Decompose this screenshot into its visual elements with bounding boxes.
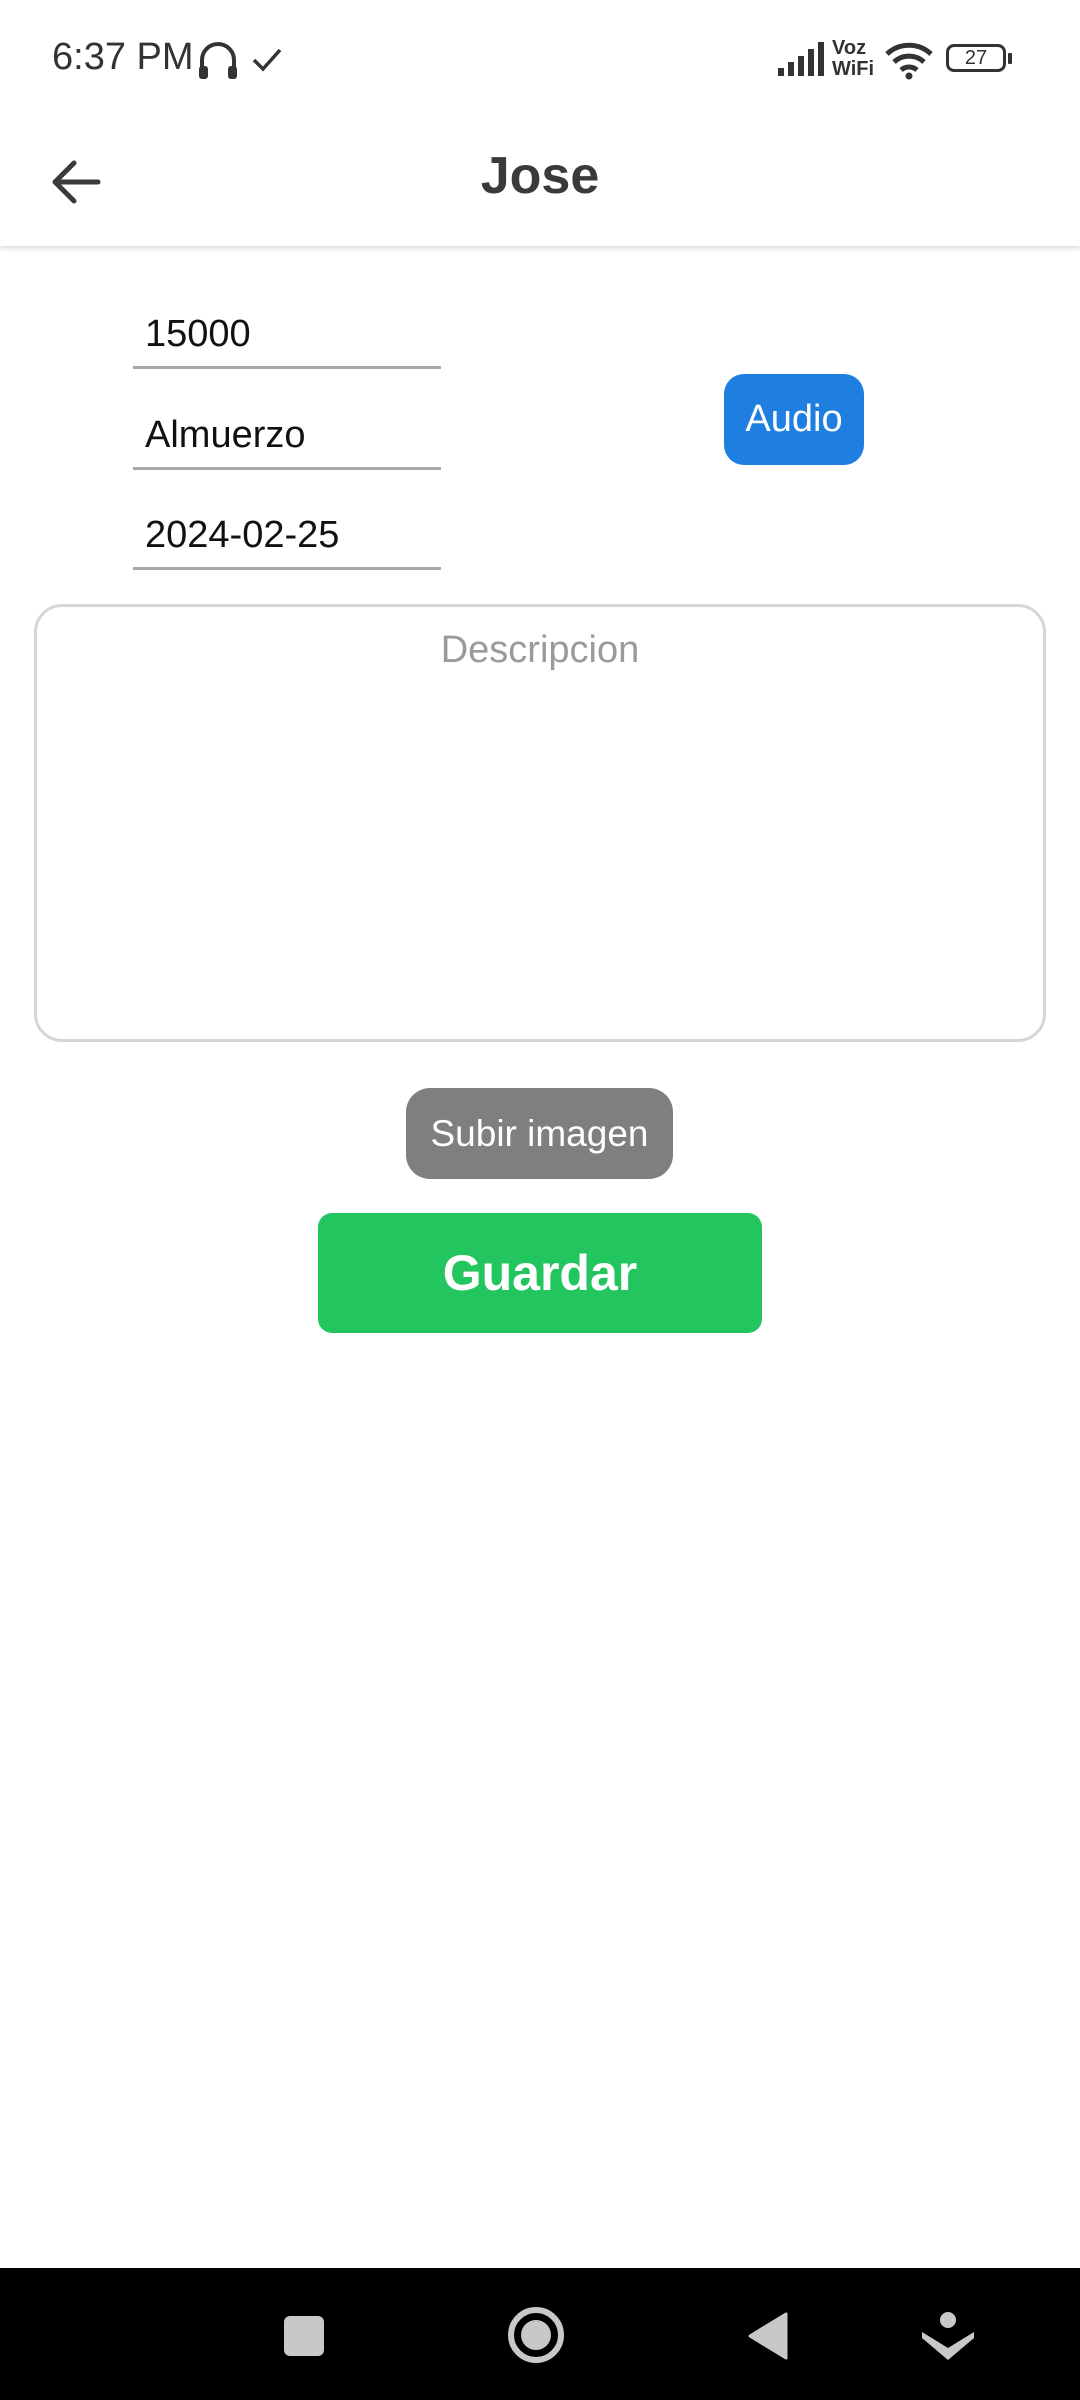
wifi-label: WiFi (832, 58, 875, 80)
check-icon (252, 48, 282, 72)
amount-field[interactable] (133, 303, 441, 369)
status-time: 6:37 PM (52, 36, 194, 78)
audio-button[interactable]: Audio (724, 374, 864, 465)
headphones-icon (199, 42, 237, 79)
screen: 6:37 PM Voz WiFi 27 Jose 15000 Almuerzo … (0, 0, 1080, 2400)
page-title: Jose (480, 147, 600, 205)
back-icon[interactable] (738, 2304, 802, 2368)
description-field[interactable] (34, 604, 1046, 1042)
system-nav-bar (0, 2268, 1080, 2400)
battery-icon: 27 (946, 44, 1014, 76)
home-icon[interactable] (503, 2302, 569, 2368)
app-bar: Jose (0, 120, 1080, 246)
date-field[interactable] (133, 504, 441, 570)
voz-wifi-label: Voz WiFi (832, 38, 874, 80)
wifi-icon (885, 42, 933, 80)
upload-image-button[interactable]: Subir imagen (406, 1088, 673, 1179)
assist-icon[interactable] (916, 2304, 980, 2368)
signal-icon (778, 42, 824, 76)
recents-icon[interactable] (272, 2304, 336, 2368)
concept-field[interactable] (133, 404, 441, 470)
battery-tip (1008, 53, 1012, 64)
status-bar: 6:37 PM Voz WiFi 27 (0, 0, 1080, 120)
voz-label: Voz (832, 37, 867, 59)
battery-level: 27 (946, 44, 1006, 72)
save-button[interactable]: Guardar (318, 1213, 762, 1333)
